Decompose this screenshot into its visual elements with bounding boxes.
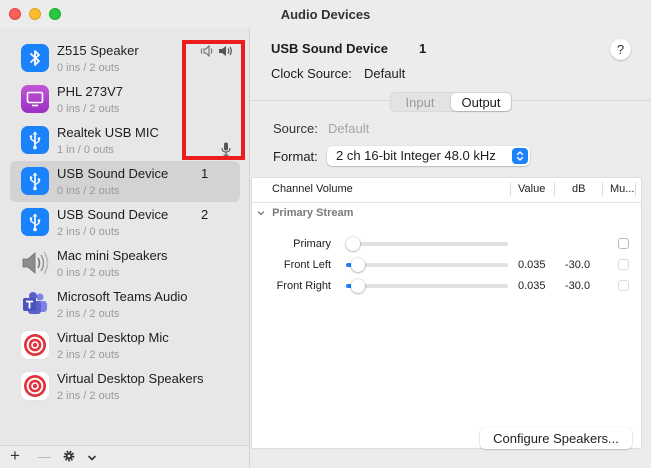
select-arrows-icon — [512, 148, 528, 164]
device-name: Mac mini Speakers — [57, 248, 168, 263]
io-segmented-control: Input Output — [390, 92, 512, 112]
group-primary-stream[interactable]: Primary Stream — [257, 207, 353, 219]
highlight-box — [182, 40, 245, 160]
device-item[interactable]: Mac mini Speakers 0 ins / 2 outs — [10, 243, 240, 284]
group-label: Primary Stream — [272, 207, 354, 219]
channel-volume-table: Channel Volume Value dB Mu... Primary St… — [252, 178, 641, 448]
target-icon — [20, 371, 50, 401]
channel-db: -30.0 — [565, 280, 591, 292]
audio-devices-window: Audio Devices Z515 Speaker 0 ins / 2 out… — [0, 0, 651, 468]
channel-value: 0.035 — [518, 280, 546, 292]
device-io: 0 ins / 2 outs — [57, 62, 120, 74]
device-io: 2 ins / 2 outs — [57, 390, 120, 402]
device-item[interactable]: Virtual Desktop Speakers 2 ins / 2 outs — [10, 366, 240, 407]
device-number: 1 — [201, 166, 209, 181]
volume-slider[interactable] — [346, 237, 508, 251]
usb-icon — [20, 166, 50, 196]
window-controls — [9, 8, 61, 20]
channel-db: -30.0 — [565, 259, 591, 271]
help-button[interactable]: ? — [610, 39, 631, 60]
add-device-button[interactable]: + — [10, 446, 20, 466]
device-name: PHL 273V7 — [57, 84, 124, 99]
device-name: Virtual Desktop Speakers — [57, 371, 204, 386]
column-separator — [602, 182, 603, 196]
column-separator — [554, 182, 555, 196]
row-label: Primary — [293, 238, 331, 250]
minimize-window-button[interactable] — [29, 8, 41, 20]
device-name: Microsoft Teams Audio — [57, 289, 188, 304]
device-item-selected[interactable]: USB Sound Device 0 ins / 2 outs 1 — [10, 161, 240, 202]
device-name: Virtual Desktop Mic — [57, 330, 169, 345]
speaker-icon — [20, 248, 50, 278]
header-divider — [252, 202, 641, 203]
format-select[interactable]: 2 ch 16-bit Integer 48.0 kHz — [327, 146, 530, 166]
volume-slider[interactable] — [346, 258, 508, 272]
device-io: 0 ins / 2 outs — [57, 185, 120, 197]
device-io: 0 ins / 2 outs — [57, 267, 120, 279]
column-header-mute[interactable]: Mu... — [610, 178, 634, 200]
chevron-down-icon[interactable] — [87, 450, 97, 467]
device-io: 0 ins / 2 outs — [57, 103, 120, 115]
column-separator — [635, 182, 636, 196]
clock-source-label: Clock Source: — [271, 66, 352, 81]
format-value: 2 ch 16-bit Integer 48.0 kHz — [336, 148, 496, 163]
usb-icon — [20, 125, 50, 155]
sidebar-footer: + — — [0, 445, 249, 468]
volume-slider[interactable] — [346, 279, 508, 293]
teams-icon — [20, 289, 50, 319]
chevron-down-icon — [257, 207, 268, 219]
device-title: USB Sound Device — [271, 41, 389, 56]
device-io: 2 ins / 2 outs — [57, 308, 120, 320]
slider-thumb[interactable] — [351, 279, 366, 293]
configure-speakers-button[interactable]: Configure Speakers... — [480, 427, 632, 449]
mute-checkbox[interactable] — [618, 280, 629, 291]
mute-checkbox[interactable] — [618, 238, 629, 249]
zoom-window-button[interactable] — [49, 8, 61, 20]
slider-thumb[interactable] — [346, 237, 360, 251]
slider-thumb[interactable] — [351, 258, 366, 272]
row-label: Front Right — [276, 280, 331, 292]
row-label: Front Left — [283, 259, 331, 271]
column-header-channel[interactable]: Channel Volume — [272, 178, 353, 200]
title-bar: Audio Devices — [0, 0, 651, 28]
column-header-db[interactable]: dB — [572, 178, 585, 200]
close-window-button[interactable] — [9, 8, 21, 20]
device-io: 2 ins / 0 outs — [57, 226, 120, 238]
device-name: Z515 Speaker — [57, 43, 139, 58]
device-title-number: 1 — [419, 41, 427, 56]
device-io: 1 in / 0 outs — [57, 144, 114, 156]
clock-source-value[interactable]: Default — [364, 66, 405, 81]
device-name: USB Sound Device — [57, 166, 169, 181]
device-item[interactable]: Microsoft Teams Audio 2 ins / 2 outs — [10, 284, 240, 325]
window-title: Audio Devices — [280, 6, 371, 22]
bluetooth-icon — [20, 43, 50, 73]
column-header-value[interactable]: Value — [518, 178, 545, 200]
device-number: 2 — [201, 207, 209, 222]
monitor-icon — [20, 84, 50, 114]
tab-output[interactable]: Output — [451, 93, 511, 111]
device-item[interactable]: Virtual Desktop Mic 2 ins / 2 outs — [10, 325, 240, 366]
remove-device-button[interactable]: — — [38, 449, 51, 464]
gear-icon[interactable] — [62, 449, 76, 467]
tab-input[interactable]: Input — [390, 92, 450, 112]
column-separator — [510, 182, 511, 196]
device-io: 2 ins / 2 outs — [57, 349, 120, 361]
usb-icon — [20, 207, 50, 237]
device-name: USB Sound Device — [57, 207, 169, 222]
device-detail-pane: USB Sound Device 1 ? Clock Source: Defau… — [250, 28, 651, 468]
mute-checkbox[interactable] — [618, 259, 629, 270]
device-name: Realtek USB MIC — [57, 125, 159, 140]
device-item[interactable]: USB Sound Device 2 ins / 0 outs 2 — [10, 202, 240, 243]
source-value: Default — [328, 121, 370, 136]
source-label: Source: — [273, 121, 318, 136]
channel-value: 0.035 — [518, 259, 546, 271]
target-icon — [20, 330, 50, 360]
format-label: Format: — [273, 149, 318, 164]
